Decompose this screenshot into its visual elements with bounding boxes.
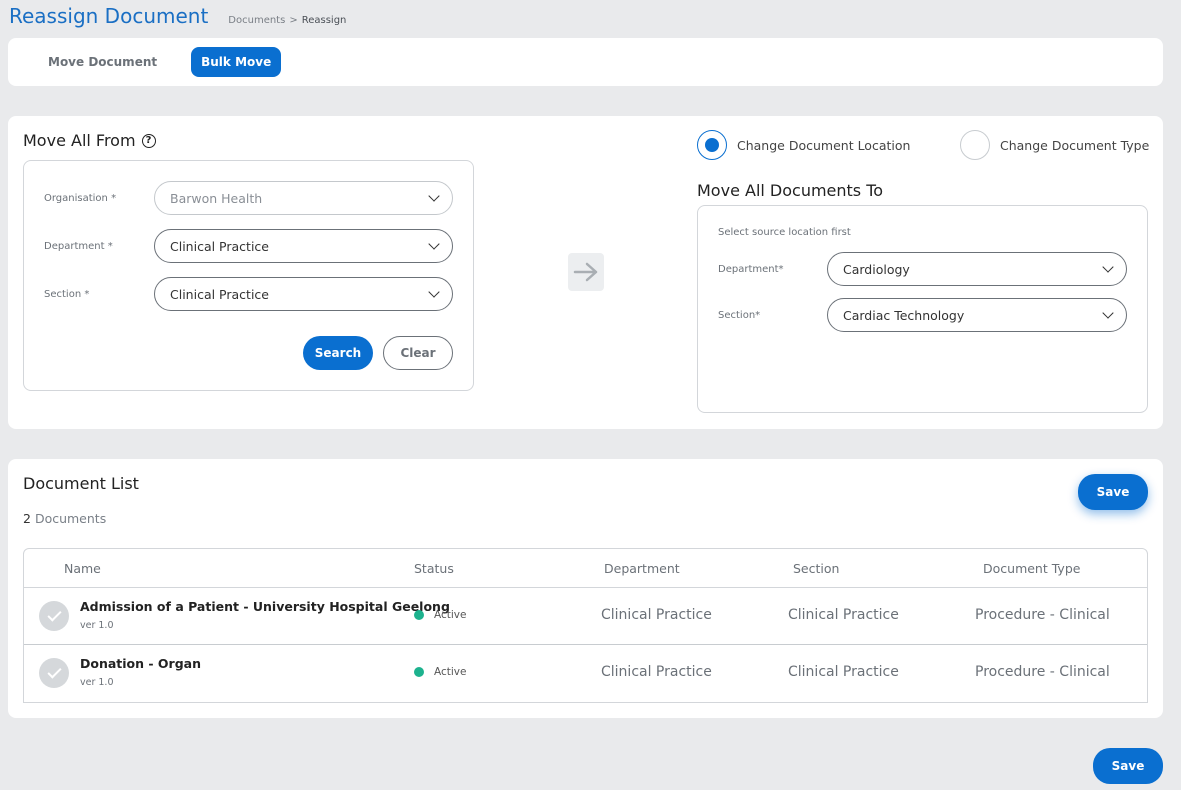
table-row[interactable]: Admission of a Patient - University Hosp… bbox=[24, 588, 1147, 645]
row-department: Clinical Practice bbox=[601, 607, 712, 623]
column-section[interactable]: Section bbox=[793, 561, 839, 576]
tab-move-document[interactable]: Move Document bbox=[38, 47, 167, 77]
page-header: Reassign Document Documents > Reassign bbox=[9, 4, 346, 28]
target-department-label: Department* bbox=[718, 263, 784, 275]
organisation-value: Barwon Health bbox=[170, 190, 263, 206]
document-list-panel: Document List 2 Documents Save Name Stat… bbox=[8, 459, 1163, 718]
move-to-panel: Select source location first Department*… bbox=[697, 205, 1148, 413]
clear-button[interactable]: Clear bbox=[383, 336, 453, 370]
save-button[interactable]: Save bbox=[1078, 474, 1148, 510]
document-table: Name Status Department Section Document … bbox=[23, 548, 1148, 703]
chevron-down-icon bbox=[1102, 261, 1114, 273]
document-count-label: Documents bbox=[34, 511, 107, 526]
document-version: ver 1.0 bbox=[80, 620, 114, 631]
breadcrumb: Documents > Reassign bbox=[228, 15, 346, 26]
status-text: Active bbox=[434, 609, 467, 621]
change-location-label: Change Document Location bbox=[737, 137, 911, 153]
radio-change-type[interactable] bbox=[960, 130, 990, 160]
breadcrumb-documents[interactable]: Documents bbox=[228, 15, 285, 26]
document-version: ver 1.0 bbox=[80, 677, 114, 688]
organisation-field: Organisation * Barwon Health bbox=[44, 181, 453, 215]
column-document-type[interactable]: Document Type bbox=[983, 561, 1080, 576]
status-dot-icon bbox=[414, 667, 424, 677]
column-name[interactable]: Name bbox=[64, 561, 101, 576]
table-header: Name Status Department Section Document … bbox=[24, 549, 1147, 588]
target-section-label: Section* bbox=[718, 309, 761, 321]
column-department[interactable]: Department bbox=[604, 561, 680, 576]
document-count-number: 2 bbox=[23, 511, 31, 526]
department-field: Department * Clinical Practice bbox=[44, 229, 453, 263]
section-select[interactable]: Clinical Practice bbox=[154, 277, 453, 311]
column-status[interactable]: Status bbox=[414, 561, 454, 576]
status-badge: Active bbox=[414, 609, 466, 621]
document-count: 2 Documents bbox=[23, 511, 106, 526]
move-from-title: Move All From bbox=[23, 131, 136, 150]
table-row[interactable]: Donation - Organ ver 1.0 Active Clinical… bbox=[24, 645, 1147, 702]
department-value: Clinical Practice bbox=[170, 238, 269, 254]
mode-tabs: Move Document Bulk Move bbox=[8, 38, 1163, 86]
change-type-option[interactable]: Change Document Type bbox=[960, 130, 1149, 160]
status-text: Active bbox=[434, 666, 467, 678]
chevron-down-icon bbox=[428, 238, 440, 250]
move-from-panel: Organisation * Barwon Health Department … bbox=[23, 160, 474, 391]
move-to-title: Move All Documents To bbox=[697, 181, 884, 200]
chevron-down-icon bbox=[1102, 307, 1114, 319]
chevron-down-icon bbox=[428, 190, 440, 202]
check-icon[interactable] bbox=[39, 601, 69, 631]
footer-save-button[interactable]: Save bbox=[1093, 748, 1163, 784]
document-list-title: Document List bbox=[23, 474, 139, 493]
page-title: Reassign Document bbox=[9, 4, 209, 28]
target-department-value: Cardiology bbox=[843, 261, 910, 277]
search-button[interactable]: Search bbox=[303, 336, 373, 370]
row-document-type: Procedure - Clinical bbox=[975, 664, 1110, 680]
chevron-down-icon bbox=[428, 286, 440, 298]
target-department-field: Department* Cardiology bbox=[718, 252, 1127, 286]
change-location-option[interactable]: Change Document Location bbox=[697, 130, 910, 160]
row-section: Clinical Practice bbox=[788, 664, 899, 680]
document-name: Donation - Organ bbox=[80, 656, 202, 671]
move-from-heading: Move All From ? bbox=[23, 131, 156, 150]
target-section-select[interactable]: Cardiac Technology bbox=[827, 298, 1127, 332]
organisation-label: Organisation * bbox=[44, 192, 117, 204]
status-badge: Active bbox=[414, 666, 466, 678]
check-icon[interactable] bbox=[39, 658, 69, 688]
target-section-field: Section* Cardiac Technology bbox=[718, 298, 1127, 332]
section-label: Section * bbox=[44, 288, 90, 300]
organisation-select[interactable]: Barwon Health bbox=[154, 181, 453, 215]
target-section-value: Cardiac Technology bbox=[843, 307, 965, 323]
row-document-type: Procedure - Clinical bbox=[975, 607, 1110, 623]
bulk-move-panel: Move All From ? Organisation * Barwon He… bbox=[8, 116, 1163, 429]
target-department-select[interactable]: Cardiology bbox=[827, 252, 1127, 286]
department-label: Department * bbox=[44, 240, 113, 252]
section-value: Clinical Practice bbox=[170, 286, 269, 302]
breadcrumb-separator: > bbox=[289, 15, 298, 26]
section-field: Section * Clinical Practice bbox=[44, 277, 453, 311]
arrow-right-icon bbox=[568, 253, 604, 291]
breadcrumb-reassign: Reassign bbox=[301, 15, 347, 26]
tab-bulk-move[interactable]: Bulk Move bbox=[191, 47, 282, 77]
move-to-hint: Select source location first bbox=[718, 227, 851, 238]
row-section: Clinical Practice bbox=[788, 607, 899, 623]
row-department: Clinical Practice bbox=[601, 664, 712, 680]
department-select[interactable]: Clinical Practice bbox=[154, 229, 453, 263]
document-name: Admission of a Patient - University Hosp… bbox=[80, 599, 450, 614]
question-circle-icon[interactable]: ? bbox=[141, 133, 156, 148]
status-dot-icon bbox=[414, 610, 424, 620]
radio-change-location[interactable] bbox=[697, 130, 727, 160]
change-type-label: Change Document Type bbox=[1000, 137, 1150, 153]
